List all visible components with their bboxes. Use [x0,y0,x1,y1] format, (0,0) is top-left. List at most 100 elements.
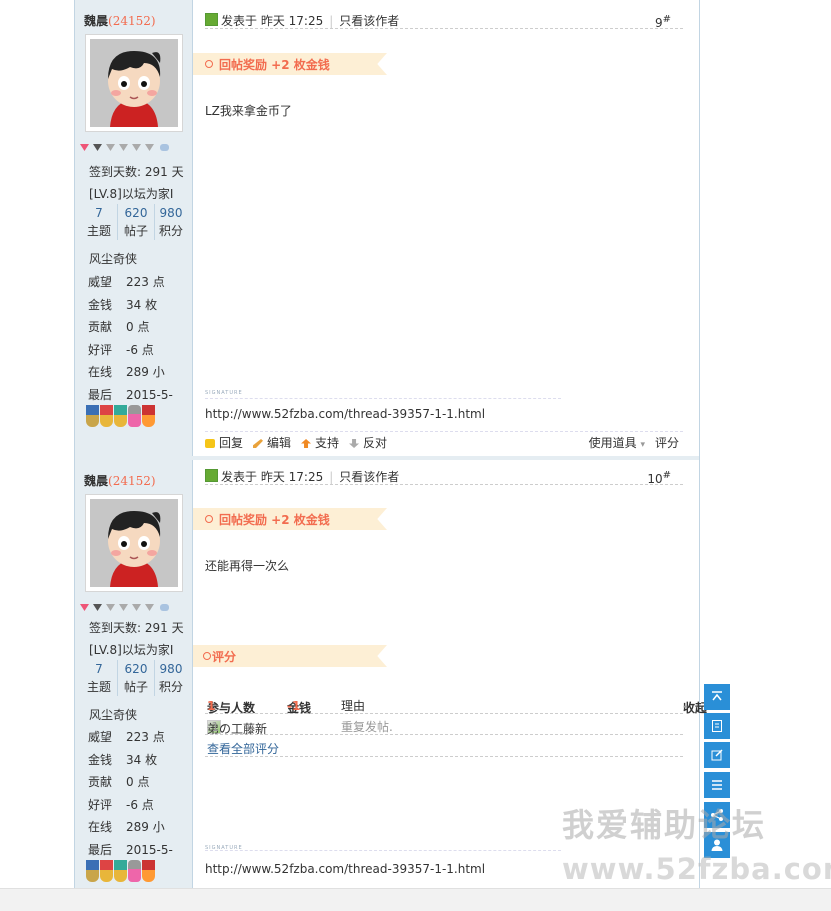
online-status-icon [205,13,218,26]
medal-icon[interactable] [128,860,141,882]
medal-icon[interactable] [100,860,113,882]
medal-icon[interactable] [100,405,113,427]
field-money: 金钱 34 枚 [88,753,158,767]
ring-icon [205,515,213,523]
medal-icon[interactable] [86,860,99,882]
field-last-visit: 最后 2015-5- [88,388,173,402]
field-money: 金钱 34 枚 [88,298,158,312]
author-name[interactable]: 魏晨 [84,14,108,28]
author-name[interactable]: 魏晨 [84,474,108,488]
checkin-days: 签到天数: 291 天 [89,165,184,179]
user-stats: 7 主题 620 帖子 980 积分 [83,204,187,240]
medal-icon[interactable] [86,405,99,427]
arrow-up-bar-icon [712,691,722,701]
view-all-row: 查看全部评分 [205,738,683,757]
stat-threads[interactable]: 7 主题 [83,204,115,240]
avatar-frame[interactable] [85,494,183,592]
use-tools-button[interactable]: 使用道具 ▾ [589,436,645,450]
avatar[interactable] [90,39,178,127]
user-level[interactable]: [LV.8]以坛为家I [89,641,173,658]
signature-link[interactable]: http://www.52fzba.com/thread-39357-1-1.h… [205,862,485,876]
only-author-link[interactable]: 只看该作者 [339,470,399,484]
post-message: 还能再得一次么 [205,559,290,573]
field-online: 在线 289 小 [88,820,165,834]
quick-post-button[interactable] [704,742,730,768]
stat-threads[interactable]: 7 主题 [83,660,115,696]
gem-icon [119,144,128,151]
field-online: 在线 289 小 [88,365,165,379]
user-group[interactable]: 风尘奇侠 [89,250,137,267]
post: 魏晨(24152) 签到天数: 291 天 [LV.8]以坛为家I 7 主题 6… [75,0,699,456]
ring-icon [203,652,211,660]
ring-icon [205,60,213,68]
message-bubble-icon[interactable] [160,144,169,151]
user-stats: 7 主题 620 帖子 980 积分 [83,660,187,696]
post-list: 魏晨(24152) 签到天数: 291 天 [LV.8]以坛为家I 7 主题 6… [74,0,707,888]
rating-header: 参与人数 1 金钱 -1 理由 收起 - [205,695,707,715]
floor-number[interactable]: 9# [655,14,671,30]
menu-icon [712,780,722,790]
field-contribution: 贡献 0 点 [88,320,150,334]
field-last-visit: 最后 2015-5- [88,843,173,857]
reward-text: 回帖奖励 +2 枚金钱 [219,58,330,72]
arrow-up-icon [301,439,312,448]
author-sidebar: 魏晨(24152) 签到天数: 291 天 [LV.8]以坛为家I 7 主题 6… [75,0,193,456]
gem-icon [106,604,115,611]
only-author-link[interactable]: 只看该作者 [339,14,399,28]
view-all-ratings-link[interactable]: 查看全部评分 [207,740,279,757]
dropdown-icon: ▾ [640,440,645,450]
stat-posts[interactable]: 620 帖子 [117,204,155,240]
stat-credits[interactable]: 980 积分 [155,660,187,696]
support-button[interactable]: 支持 [301,436,339,450]
gem-icon [145,144,154,151]
watermark-url: www.52fzba.com [562,852,831,886]
rate-button[interactable]: 评分 [655,436,679,450]
gem-icon [145,604,154,611]
participant-count: 1 [207,699,216,713]
medal-icon[interactable] [142,860,155,882]
pencil-icon [253,439,264,448]
reward-banner: 回帖奖励 +2 枚金钱 [193,53,387,75]
post-message: LZ我来拿金币了 [205,104,292,118]
money-total: -1 [287,699,301,713]
user-level[interactable]: [LV.8]以坛为家I [89,185,173,202]
medal-icon[interactable] [142,405,155,427]
oppose-button[interactable]: 反对 [349,436,387,450]
arrow-down-icon [349,439,360,448]
rating-banner: 评分 [193,645,387,667]
back-to-top-button[interactable] [704,684,730,710]
stat-credits[interactable]: 980 积分 [155,204,187,240]
reply-button[interactable]: 回复 [205,436,243,450]
gem-icon [106,144,115,151]
stat-posts[interactable]: 620 帖子 [117,660,155,696]
message-bubble-icon[interactable] [160,604,169,611]
medal-icon[interactable] [114,860,127,882]
online-status-icon [205,469,218,482]
medal-icon[interactable] [128,405,141,427]
reply-list-button[interactable] [704,713,730,739]
edit-button[interactable]: 编辑 [253,436,291,450]
field-prestige: 威望 223 点 [88,730,165,744]
reply-icon [205,439,215,448]
reward-banner: 回帖奖励 +2 枚金钱 [193,508,387,530]
signature-divider [205,398,561,399]
watermark-title: 我爱辅助论坛 [562,806,767,844]
avatar[interactable] [90,499,178,587]
menu-button[interactable] [704,772,730,798]
reward-text: 回帖奖励 +2 枚金钱 [219,513,330,527]
user-group[interactable]: 风尘奇侠 [89,706,137,723]
author-uid: 24152 [112,14,151,28]
avatar-frame[interactable] [85,34,183,132]
signature-link[interactable]: http://www.52fzba.com/thread-39357-1-1.h… [205,407,485,421]
reason-label: 理由 [341,699,366,713]
page-footer-bar [0,888,831,911]
gem-icon [132,604,141,611]
field-rating: 好评 -6 点 [88,343,154,357]
gem-icon [80,144,89,151]
medal-icon[interactable] [114,405,127,427]
edit-square-icon [711,749,723,761]
signature-divider [205,850,561,851]
floor-number[interactable]: 10# [647,470,671,486]
gem-icon [93,144,102,151]
gem-icon [93,604,102,611]
